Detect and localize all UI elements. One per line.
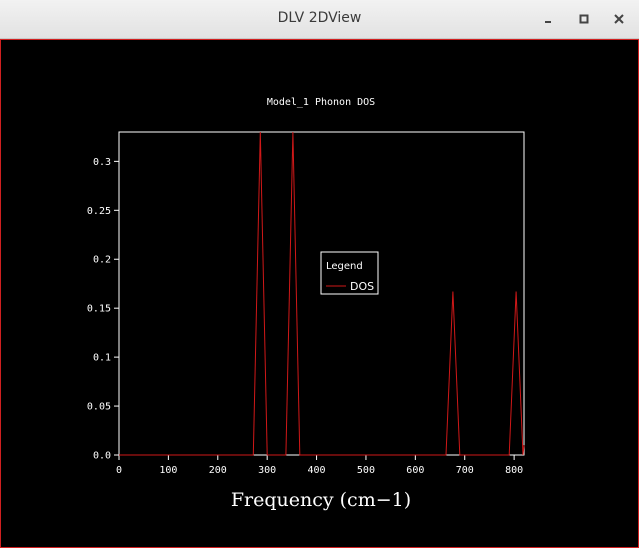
x-tick-label: 100 [159, 465, 177, 476]
minimize-button[interactable] [538, 9, 558, 29]
x-axis: 0 100 200 300 400 500 600 700 800 [116, 455, 523, 476]
y-tick-label: 0.1 [93, 353, 111, 364]
legend-label-dos: DOS [350, 280, 374, 293]
app-window: DLV 2DView Model_1 Phonon DOS 0.0 0.05 0.1… [0, 0, 639, 548]
x-tick-label: 600 [406, 465, 424, 476]
x-tick-label: 0 [116, 465, 122, 476]
close-icon [614, 14, 624, 24]
y-tick-label: 0.3 [93, 157, 111, 168]
y-tick-label: 0.0 [93, 451, 111, 462]
maximize-button[interactable] [574, 9, 594, 29]
plot-canvas[interactable]: Model_1 Phonon DOS 0.0 0.05 0.1 0.15 0.2 0.25… [0, 39, 639, 548]
legend-title: Legend [326, 261, 363, 272]
y-tick-label: 0.25 [87, 206, 111, 217]
x-tick-label: 700 [456, 465, 474, 476]
x-tick-label: 500 [357, 465, 375, 476]
minimize-icon [545, 21, 551, 23]
y-tick-label: 0.2 [93, 255, 111, 266]
x-tick-label: 400 [308, 465, 326, 476]
y-tick-label: 0.05 [87, 402, 111, 413]
y-axis: 0.0 0.05 0.1 0.15 0.2 0.25 0.3 [87, 157, 119, 462]
title-bar[interactable]: DLV 2DView [0, 0, 639, 39]
maximize-icon [579, 14, 589, 24]
y-tick-label: 0.15 [87, 304, 111, 315]
x-tick-label: 200 [209, 465, 227, 476]
legend: Legend DOS [320, 251, 379, 295]
chart-title: Model_1 Phonon DOS [267, 97, 375, 108]
x-axis-label: Frequency (cm−1) [231, 489, 411, 511]
x-tick-label: 800 [505, 465, 523, 476]
close-button[interactable] [609, 9, 629, 29]
x-tick-label: 300 [258, 465, 276, 476]
chart: Model_1 Phonon DOS 0.0 0.05 0.1 0.15 0.2 0.25… [87, 97, 525, 511]
